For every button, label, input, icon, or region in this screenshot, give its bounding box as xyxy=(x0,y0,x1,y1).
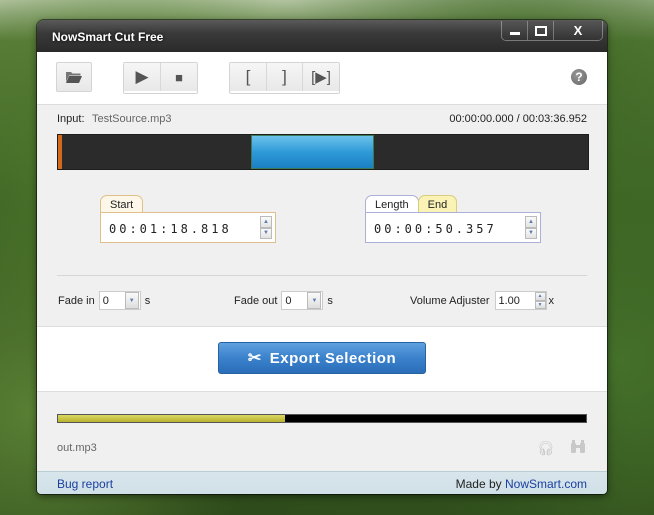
spin-down-icon[interactable]: ▼ xyxy=(534,300,546,309)
start-time-spinner: ▲ ▼ xyxy=(260,216,272,239)
main-panel: Input: TestSource.mp3 00:00:00.000 / 00:… xyxy=(37,105,607,326)
binoculars-glyph xyxy=(571,440,585,453)
nowsmart-link[interactable]: NowSmart.com xyxy=(505,477,587,491)
toolbar: ▶ ■ [ ] [▶] ? xyxy=(37,52,607,105)
start-time-field[interactable]: 00:01:18.818 ▲ ▼ xyxy=(100,212,276,243)
progress-fill xyxy=(58,415,286,422)
help-button[interactable]: ? xyxy=(571,69,587,85)
help-icon: ? xyxy=(575,70,583,84)
input-filename: TestSource.mp3 xyxy=(92,113,172,125)
total-time: 00:03:36.952 xyxy=(522,113,587,125)
spin-up-icon[interactable]: ▲ xyxy=(525,216,537,228)
length-time-spinner: ▲ ▼ xyxy=(525,216,537,239)
app-window: NowSmart Cut Free X ▶ ■ [ ] [▶] ? Input:… xyxy=(37,20,607,494)
chevron-down-icon[interactable]: ▼ xyxy=(307,292,322,309)
time-readout: 00:00:00.000 / 00:03:36.952 xyxy=(449,113,587,125)
stop-button[interactable]: ■ xyxy=(160,63,197,91)
start-time-value: 00:01:18.818 xyxy=(109,222,232,236)
bracket-left-icon: [ xyxy=(245,67,251,86)
bug-report-link[interactable]: Bug report xyxy=(57,477,113,491)
playback-group: ▶ ■ xyxy=(123,62,198,94)
tab-end[interactable]: End xyxy=(417,195,458,213)
tab-start[interactable]: Start xyxy=(100,195,144,213)
made-by: Made by NowSmart.com xyxy=(456,477,587,491)
playhead-cursor[interactable] xyxy=(58,135,62,169)
export-label: Export Selection xyxy=(269,349,397,367)
window-title: NowSmart Cut Free xyxy=(52,30,164,44)
play-button[interactable]: ▶ xyxy=(124,63,160,91)
scissors-icon: ✂ xyxy=(247,350,262,367)
spin-up-icon[interactable]: ▲ xyxy=(260,216,272,228)
fade-out-value: 0 xyxy=(285,294,292,307)
start-tabs: Start xyxy=(100,195,144,213)
volume-value: 1.00 xyxy=(498,294,520,307)
bracket-right-icon: ] xyxy=(282,67,287,86)
spin-down-icon[interactable]: ▼ xyxy=(525,227,537,239)
maximize-button[interactable] xyxy=(527,21,553,40)
binoculars-icon[interactable] xyxy=(570,440,586,457)
mark-start-button[interactable]: [ xyxy=(230,63,266,91)
time-separator: / xyxy=(516,113,520,125)
headphones-icon[interactable]: 🎧︎ xyxy=(537,440,555,457)
waveform-timeline[interactable] xyxy=(57,134,589,170)
chevron-down-icon[interactable]: ▼ xyxy=(124,292,139,309)
close-button[interactable]: X xyxy=(553,21,602,40)
output-filename[interactable]: out.mp3 xyxy=(57,442,97,454)
volume-input[interactable]: 1.00 ▲ ▼ xyxy=(494,291,547,310)
divider xyxy=(57,275,587,276)
output-panel: out.mp3 🎧︎ xyxy=(37,391,607,472)
input-label: Input: xyxy=(57,113,85,125)
window-controls: X xyxy=(501,21,603,41)
export-selection-button[interactable]: ✂ Export Selection xyxy=(218,342,426,374)
selection-group: [ ] [▶] xyxy=(229,62,340,94)
current-time: 00:00:00.000 xyxy=(449,113,514,125)
fade-in-option: Fade in 0 ▼ s xyxy=(58,291,150,310)
play-selection-icon: [▶] xyxy=(311,69,331,86)
length-time-value: 00:00:50.357 xyxy=(374,222,497,236)
footer: Bug report Made by NowSmart.com xyxy=(37,471,607,494)
fade-in-label: Fade in xyxy=(58,294,95,307)
spin-down-icon[interactable]: ▼ xyxy=(260,227,272,239)
maximize-icon xyxy=(534,25,547,36)
play-selection-button[interactable]: [▶] xyxy=(302,63,339,91)
volume-label: Volume Adjuster xyxy=(410,294,490,307)
close-icon: X xyxy=(573,23,583,38)
made-by-label: Made by xyxy=(455,477,505,491)
volume-spinner: ▲ ▼ xyxy=(534,292,546,309)
folder-open-icon xyxy=(66,72,82,83)
export-progress-bar xyxy=(57,414,587,423)
length-time-field[interactable]: 00:00:50.357 ▲ ▼ xyxy=(365,212,541,243)
fade-in-value: 0 xyxy=(102,294,109,307)
fade-out-select[interactable]: 0 ▼ xyxy=(281,291,324,310)
fade-out-label: Fade out xyxy=(234,294,278,307)
open-file-button[interactable] xyxy=(56,62,92,92)
export-area: ✂ Export Selection xyxy=(37,326,607,391)
selection-region[interactable] xyxy=(250,135,374,169)
fade-in-select[interactable]: 0 ▼ xyxy=(98,291,141,310)
stop-icon: ■ xyxy=(175,69,183,85)
minimize-button[interactable] xyxy=(502,21,527,40)
fade-out-unit: s xyxy=(327,294,333,307)
tab-length[interactable]: Length xyxy=(365,195,419,213)
minimize-icon xyxy=(509,31,520,35)
fade-in-unit: s xyxy=(144,294,151,307)
volume-option: Volume Adjuster 1.00 ▲ ▼ x xyxy=(410,291,554,310)
fade-out-option: Fade out 0 ▼ s xyxy=(234,291,333,310)
play-icon: ▶ xyxy=(135,67,149,86)
title-bar[interactable]: NowSmart Cut Free X xyxy=(37,20,607,52)
mark-end-button[interactable]: ] xyxy=(266,63,302,91)
volume-unit: x xyxy=(548,294,555,307)
spin-up-icon[interactable]: ▲ xyxy=(534,292,546,301)
length-end-tabs: Length End xyxy=(365,195,458,213)
